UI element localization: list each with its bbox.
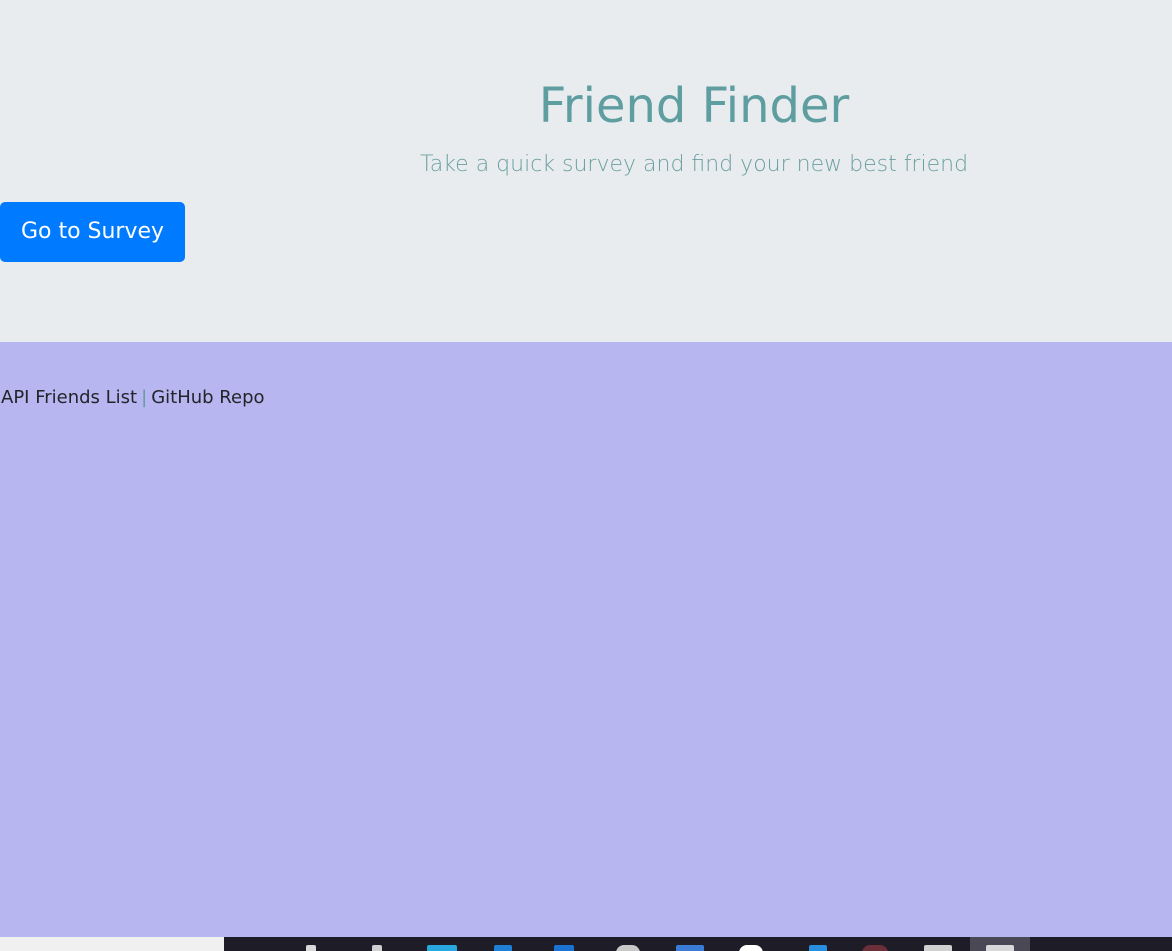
- footer-links: API Friends List | GitHub Repo: [1, 386, 265, 410]
- taskbar: [224, 937, 1172, 951]
- footer-separator: |: [141, 387, 148, 408]
- code-icon[interactable]: [676, 945, 704, 951]
- github-repo-link[interactable]: GitHub Repo: [151, 387, 264, 408]
- vscode-icon[interactable]: [494, 945, 512, 951]
- file-explorer-icon[interactable]: [306, 945, 316, 951]
- pen-icon[interactable]: [372, 945, 382, 951]
- go-to-survey-button[interactable]: Go to Survey: [0, 202, 185, 262]
- page-subtitle: Take a quick survey and find your new be…: [419, 152, 969, 177]
- terminal-icon[interactable]: [924, 945, 952, 951]
- edge-icon[interactable]: [554, 945, 574, 951]
- store-icon[interactable]: [427, 945, 457, 951]
- page: Friend Finder Take a quick survey and fi…: [0, 0, 1172, 951]
- page-title: Friend Finder: [538, 78, 850, 134]
- browser-icon[interactable]: [986, 945, 1014, 951]
- chrome-icon[interactable]: [616, 945, 640, 951]
- jumbotron: Friend Finder Take a quick survey and fi…: [0, 0, 1172, 342]
- api-friends-list-link[interactable]: API Friends List: [1, 387, 137, 408]
- app-icon[interactable]: [862, 945, 888, 951]
- taskbar-search-area[interactable]: [0, 937, 224, 951]
- azure-icon[interactable]: [809, 945, 827, 951]
- chat-icon[interactable]: [739, 945, 763, 951]
